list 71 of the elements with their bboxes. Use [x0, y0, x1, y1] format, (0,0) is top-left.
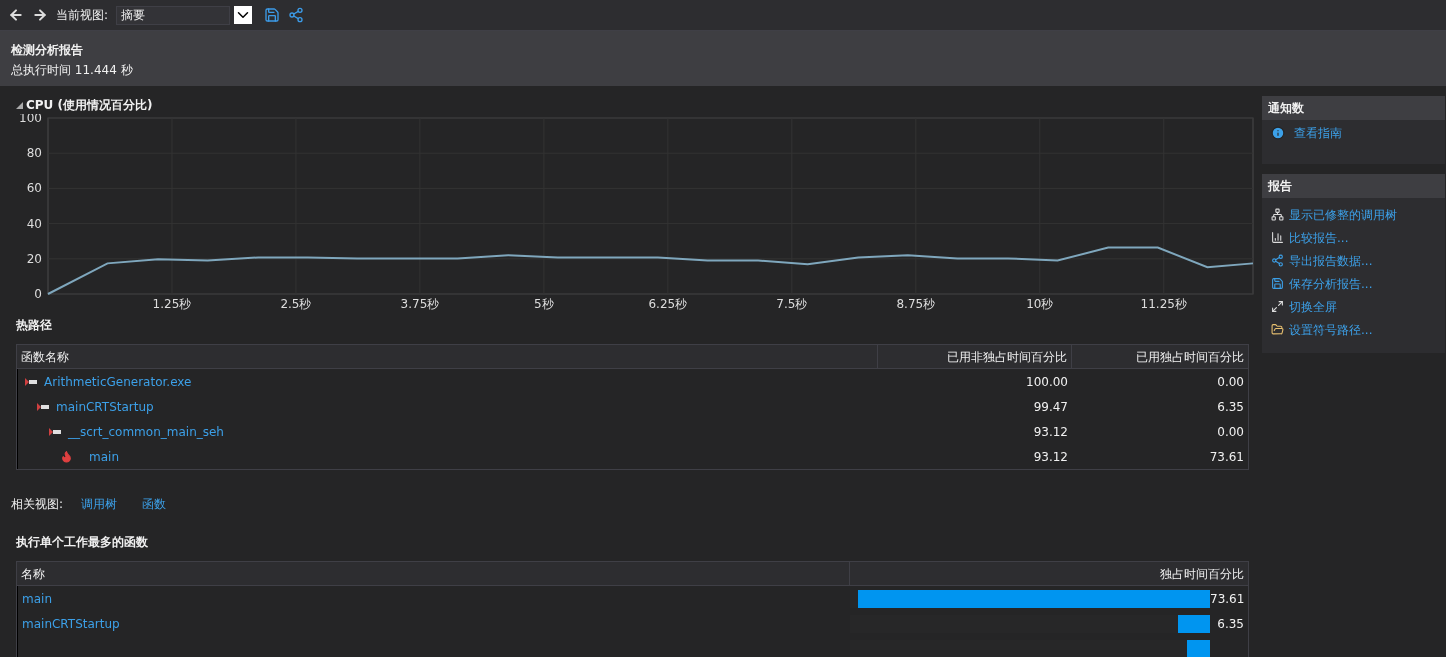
- x-tick-label: 8.75秒: [896, 297, 936, 311]
- view-link[interactable]: 调用树: [81, 495, 118, 513]
- view-link[interactable]: 函数: [142, 495, 167, 513]
- table-cell-text: 0.00: [1216, 373, 1245, 391]
- x-tick-label: 7.5秒: [776, 297, 808, 311]
- guide-link[interactable]: 查看指南: [1294, 124, 1342, 142]
- column-header[interactable]: 名称: [17, 562, 850, 585]
- x-tick-label: 10秒: [1026, 297, 1054, 311]
- x-tick-label: 1.25秒: [152, 297, 192, 311]
- y-tick-label: 80: [26, 146, 42, 161]
- x-tick-label: 5秒: [534, 297, 554, 311]
- back-button[interactable]: [8, 7, 24, 23]
- total-time-text: 总执行时间 11.444 秒: [11, 62, 134, 79]
- folder-icon: [1271, 323, 1284, 336]
- table-cell-text: 0.00: [1216, 423, 1245, 441]
- table-cell-text: 6.35: [1216, 398, 1245, 416]
- share-icon: [1271, 254, 1284, 267]
- y-tick-label: 0: [34, 287, 42, 301]
- forward-button[interactable]: [32, 7, 48, 23]
- column-header[interactable]: 函数名称: [17, 345, 878, 368]
- column-header[interactable]: 独占时间百分比: [850, 562, 1248, 585]
- reports-header: 报告: [1262, 174, 1445, 198]
- related-views-label: 相关视图:: [11, 496, 64, 513]
- hot-path-icon: [48, 426, 62, 437]
- view-label: 当前视图:: [56, 7, 109, 24]
- table-cell: 73.61: [1210, 591, 1245, 606]
- report-title: 检测分析报告: [11, 42, 84, 59]
- cpu-section-title: CPU (使用情况百分比): [26, 97, 153, 114]
- flame-icon: [60, 450, 73, 463]
- function-link[interactable]: main: [22, 591, 52, 606]
- function-link[interactable]: mainCRTStartup: [56, 397, 154, 416]
- function-link[interactable]: __scrt_common_main_seh: [68, 422, 224, 441]
- info-icon: [1271, 126, 1285, 140]
- table-cell-text: 93.12: [1032, 423, 1069, 441]
- report-link[interactable]: 切换全屏: [1289, 297, 1337, 316]
- collapse-triangle-icon[interactable]: [16, 101, 23, 109]
- report-link[interactable]: 设置符号路径...: [1289, 320, 1373, 339]
- x-tick-label: 3.75秒: [400, 297, 440, 311]
- notifications-header: 通知数: [1262, 96, 1445, 120]
- tree-icon: [1271, 208, 1284, 221]
- table-cell-text: 100.00: [1025, 373, 1069, 391]
- save-icon[interactable]: [264, 7, 281, 23]
- x-tick-label: 6.25秒: [648, 297, 688, 311]
- table-cell-text: 93.12: [1032, 448, 1069, 466]
- function-link[interactable]: ArithmeticGenerator.exe: [44, 372, 192, 391]
- report-link[interactable]: 比较报告...: [1289, 228, 1349, 247]
- export-icon[interactable]: [288, 7, 305, 23]
- report-link[interactable]: 导出报告数据...: [1289, 251, 1373, 270]
- report-link[interactable]: 显示已修整的调用树: [1289, 205, 1397, 224]
- function-link[interactable]: main: [89, 447, 119, 466]
- function-link[interactable]: mainCRTStartup: [22, 616, 120, 631]
- top-functions-title: 执行单个工作最多的函数: [15, 534, 149, 551]
- x-tick-label: 2.5秒: [280, 297, 312, 311]
- table-cell-text: 73.61: [1208, 448, 1245, 466]
- hot-path-title: 热路径: [15, 317, 53, 334]
- y-tick-label: 20: [26, 251, 42, 266]
- hot-path-icon: [36, 401, 50, 412]
- hot-path-icon: [24, 376, 38, 387]
- save-icon: [1271, 277, 1284, 290]
- y-tick-label: 40: [26, 216, 42, 231]
- view-dropdown[interactable]: 摘要: [116, 5, 231, 25]
- column-header[interactable]: 已用非独占时间百分比: [878, 345, 1072, 368]
- fullscreen-icon: [1271, 300, 1284, 313]
- chart-icon: [1271, 231, 1284, 244]
- report-link[interactable]: 保存分析报告...: [1289, 274, 1373, 293]
- column-header[interactable]: 已用独占时间百分比: [1072, 345, 1248, 368]
- table-cell: 6.35: [1217, 616, 1244, 631]
- y-tick-label: 60: [26, 181, 42, 196]
- dropdown-caret-icon[interactable]: [234, 6, 253, 24]
- table-cell-text: 99.47: [1032, 398, 1069, 416]
- x-tick-label: 11.25秒: [1140, 297, 1187, 311]
